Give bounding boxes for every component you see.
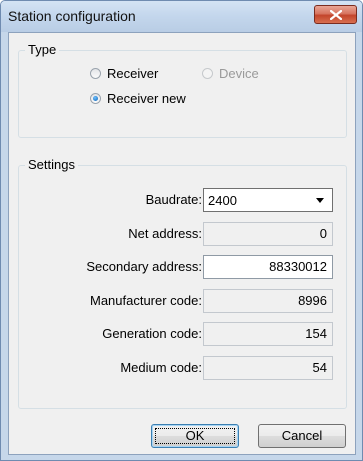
medium-code-field: 54 bbox=[203, 356, 333, 380]
radio-device-circle[interactable] bbox=[202, 68, 213, 79]
title-bar[interactable]: Station configuration bbox=[1, 1, 362, 32]
manufacturer-code-label: Manufacturer code: bbox=[89, 293, 202, 308]
radio-receiver-new-label: Receiver new bbox=[107, 91, 186, 106]
manufacturer-code-field: 8996 bbox=[203, 289, 333, 313]
radio-receiver-new[interactable]: Receiver new bbox=[90, 91, 186, 106]
type-group: Type Receiver Device Receiver new bbox=[18, 42, 347, 138]
baudrate-label: Baudrate: bbox=[145, 192, 202, 207]
radio-device-label: Device bbox=[219, 66, 259, 81]
baudrate-value: 2400 bbox=[208, 193, 237, 208]
cancel-button-label: Cancel bbox=[281, 428, 323, 443]
station-configuration-window: Station configuration Type Receiver Devi… bbox=[0, 0, 363, 461]
generation-code-field: 154 bbox=[203, 322, 333, 346]
secondary-address-label: Secondary address: bbox=[86, 259, 202, 274]
generation-code-label: Generation code: bbox=[102, 326, 202, 341]
window-title: Station configuration bbox=[8, 8, 136, 24]
net-address-label: Net address: bbox=[128, 226, 202, 241]
radio-receiver-new-circle[interactable] bbox=[90, 93, 101, 104]
radio-receiver-circle[interactable] bbox=[90, 68, 101, 79]
radio-device[interactable]: Device bbox=[202, 66, 259, 81]
type-group-label: Type bbox=[25, 42, 60, 57]
radio-receiver[interactable]: Receiver bbox=[90, 66, 158, 81]
settings-group-label: Settings bbox=[25, 157, 78, 172]
focus-rect bbox=[155, 428, 235, 444]
chevron-down-icon[interactable] bbox=[316, 198, 324, 203]
cancel-button[interactable]: Cancel bbox=[258, 424, 346, 448]
close-button[interactable] bbox=[314, 5, 357, 24]
baudrate-select[interactable]: 2400 bbox=[203, 188, 333, 212]
secondary-address-field[interactable]: 88330012 bbox=[203, 255, 333, 279]
medium-code-label: Medium code: bbox=[120, 360, 202, 375]
net-address-field: 0 bbox=[203, 222, 333, 246]
ok-button[interactable]: OK bbox=[151, 424, 239, 448]
close-icon bbox=[330, 10, 342, 20]
radio-receiver-label: Receiver bbox=[107, 66, 159, 81]
dialog-client-area: Type Receiver Device Receiver new Settin… bbox=[8, 32, 356, 455]
